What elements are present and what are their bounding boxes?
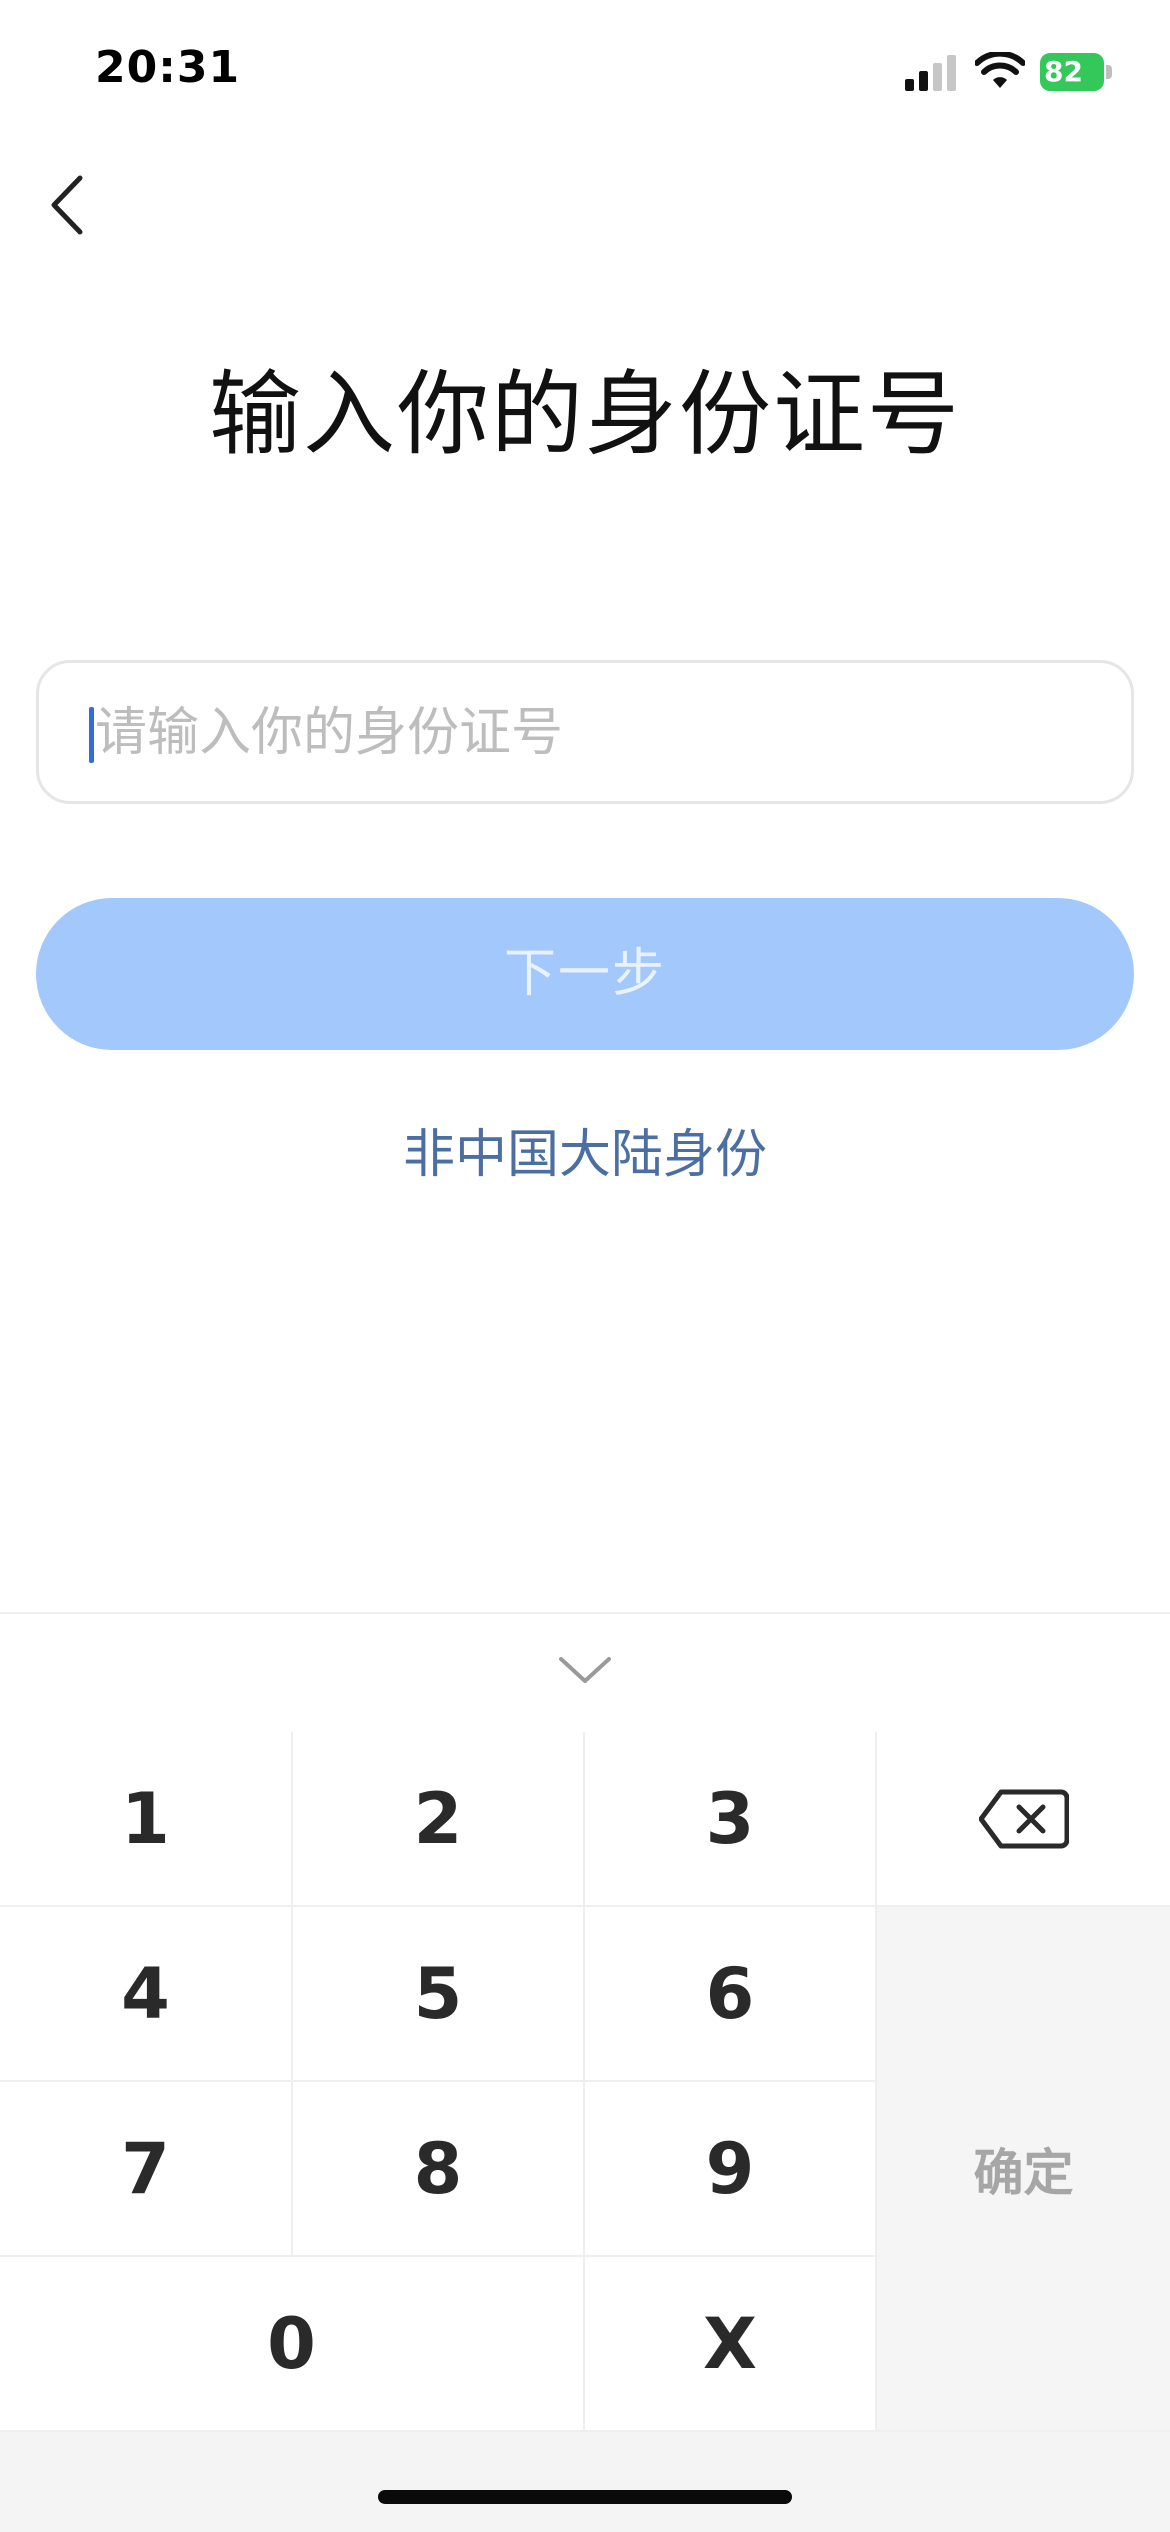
confirm-button[interactable]: 确定 (877, 1907, 1170, 2432)
home-indicator[interactable] (378, 2490, 792, 2504)
numeric-keyboard: 1 2 3 4 5 6 7 8 9 确定 0 X (0, 1612, 1170, 2532)
key-9[interactable]: 9 (585, 2082, 877, 2257)
key-6[interactable]: 6 (585, 1907, 877, 2082)
status-time: 20:31 (95, 42, 241, 93)
key-1[interactable]: 1 (0, 1732, 293, 1907)
key-4[interactable]: 4 (0, 1907, 293, 2082)
keyboard-header (0, 1612, 1170, 1732)
page-title: 输入你的身份证号 (208, 361, 961, 468)
key-3[interactable]: 3 (585, 1732, 877, 1907)
backspace-icon (978, 1789, 1069, 1848)
non-mainland-identity-link[interactable]: 非中国大陆身份 (0, 1112, 1170, 1187)
back-icon[interactable] (40, 170, 100, 240)
next-button[interactable]: 下一步 (36, 898, 1134, 1050)
chevron-down-icon[interactable] (555, 1649, 615, 1689)
battery-percent: 82 (1044, 55, 1083, 88)
key-7[interactable]: 7 (0, 2082, 293, 2257)
key-x[interactable]: X (585, 2257, 877, 2432)
battery-icon: 82 (1040, 53, 1112, 91)
id-number-field[interactable] (36, 660, 1134, 804)
backspace-button[interactable] (877, 1732, 1170, 1907)
key-0[interactable]: 0 (0, 2257, 585, 2432)
key-2[interactable]: 2 (293, 1732, 585, 1907)
key-5[interactable]: 5 (293, 1907, 585, 2082)
wifi-icon (975, 52, 1025, 88)
key-8[interactable]: 8 (293, 2082, 585, 2257)
id-number-input[interactable] (93, 663, 1097, 803)
cellular-signal-icon (905, 55, 957, 91)
